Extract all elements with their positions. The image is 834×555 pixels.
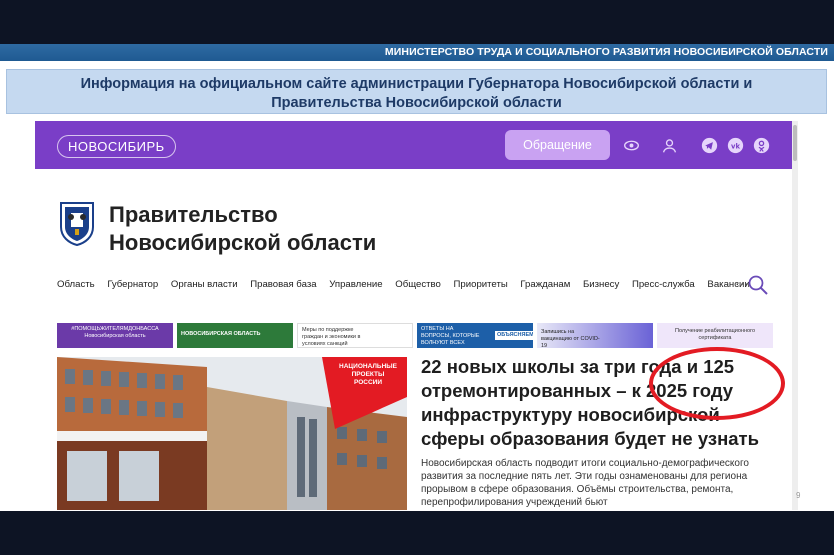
nav-item-press[interactable]: Пресс-служба	[632, 279, 695, 290]
highlight-circle	[649, 347, 785, 420]
telegram-icon[interactable]	[701, 137, 718, 154]
banner-sanctions-support[interactable]: Меры по поддержке граждан и экономики в …	[297, 323, 413, 348]
banner-sanctions-text: Меры по поддержке граждан и экономики в …	[302, 327, 361, 347]
info-box-text: Информация на официальном сайте админист…	[7, 70, 826, 113]
slide: МИНИСТЕРСТВО ТРУДА И СОЦИАЛЬНОГО РАЗВИТИ…	[0, 44, 834, 511]
scrollbar-thumb[interactable]	[793, 125, 797, 161]
hero-image[interactable]: НАЦИОНАЛЬНЫЕ ПРОЕКТЫ РОССИИ	[57, 357, 407, 510]
appeal-button[interactable]: Обращение	[505, 130, 610, 160]
nav-item-authorities[interactable]: Органы власти	[171, 279, 238, 290]
info-line-1: Информация на официальном сайте админист…	[80, 76, 753, 92]
hero-summary: Новосибирская область подводит итоги соц…	[421, 458, 749, 508]
banner-oblast-line-1: НОВОСИБИРСКАЯ ОБЛАСТЬ	[181, 331, 261, 337]
nav-item-legal[interactable]: Правовая база	[250, 279, 316, 290]
svg-text:vk: vk	[731, 142, 740, 150]
slide-page-number: 9	[796, 491, 801, 500]
banner-donbass[interactable]: #ПОМОЩЬЖИТЕЛЯМДОНБАССА Новосибирская обл…	[57, 323, 173, 348]
banner-donbass-line-2: Новосибирская область	[84, 333, 146, 339]
banner-explain-line-2: ОБЪЯСНЯЕМ.РФ	[495, 331, 533, 340]
nav-item-priorities[interactable]: Приоритеты	[454, 279, 508, 290]
banner-vaccination[interactable]: Запишись на вакцинацию от COVID-19	[537, 323, 653, 348]
site-scrollbar[interactable]	[792, 121, 798, 510]
national-projects-badge: НАЦИОНАЛЬНЫЕ ПРОЕКТЫ РОССИИ	[339, 363, 397, 386]
website-screenshot: НОВОСИБИРЬ Обращение vk Правительство Но…	[35, 121, 793, 510]
nav-item-society[interactable]: Общество	[395, 279, 441, 290]
coat-of-arms-icon	[57, 201, 97, 247]
nav-item-oblast[interactable]: Область	[57, 279, 95, 290]
site-title[interactable]: Правительство Новосибирской области	[109, 201, 439, 257]
ministry-header: МИНИСТЕРСТВО ТРУДА И СОЦИАЛЬНОГО РАЗВИТИ…	[0, 44, 834, 61]
nav-item-management[interactable]: Управление	[329, 279, 382, 290]
vk-icon[interactable]: vk	[727, 137, 744, 154]
site-logo[interactable]: НОВОСИБИРЬ	[57, 135, 176, 158]
nav-item-citizens[interactable]: Гражданам	[520, 279, 570, 290]
odnoklassniki-icon[interactable]	[753, 137, 770, 154]
banner-donbass-line-1: #ПОМОЩЬЖИТЕЛЯМДОНБАССА	[71, 326, 159, 332]
nav-item-business[interactable]: Бизнесу	[583, 279, 619, 290]
search-icon[interactable]	[747, 274, 769, 296]
main-nav: Область Губернатор Органы власти Правова…	[57, 279, 760, 290]
eye-icon[interactable]	[623, 137, 640, 154]
site-topbar: НОВОСИБИРЬ Обращение vk	[35, 121, 793, 169]
banner-rehab-line-1: Получение реабилитационного	[674, 328, 756, 334]
user-icon[interactable]	[661, 137, 678, 154]
banner-rehab-certificate[interactable]: Получение реабилитационного сертификата	[657, 323, 773, 348]
banner-rehab-line-2: сертификата	[698, 335, 732, 341]
banner-explain-rf[interactable]: ОТВЕТЫ НА ВОПРОСЫ, КОТОРЫЕ ВОЛНУЮТ ВСЕХ …	[417, 323, 533, 348]
banner-explain-line-1: ОТВЕТЫ НА ВОПРОСЫ, КОТОРЫЕ ВОЛНУЮТ ВСЕХ	[421, 326, 480, 346]
info-box: Информация на официальном сайте админист…	[6, 69, 827, 114]
info-line-2: Правительства Новосибирской области	[271, 95, 562, 111]
ministry-title: МИНИСТЕРСТВО ТРУДА И СОЦИАЛЬНОГО РАЗВИТИ…	[384, 46, 828, 58]
banner-vaccination-text: Запишись на вакцинацию от COVID-19	[541, 329, 600, 348]
banner-novosibirsk-oblast[interactable]: НОВОСИБИРСКАЯ ОБЛАСТЬ	[177, 323, 293, 348]
site-title-line-1: Правительство	[109, 202, 278, 227]
site-title-line-2: Новосибирской области	[109, 230, 377, 255]
nav-item-governor[interactable]: Губернатор	[107, 279, 158, 290]
